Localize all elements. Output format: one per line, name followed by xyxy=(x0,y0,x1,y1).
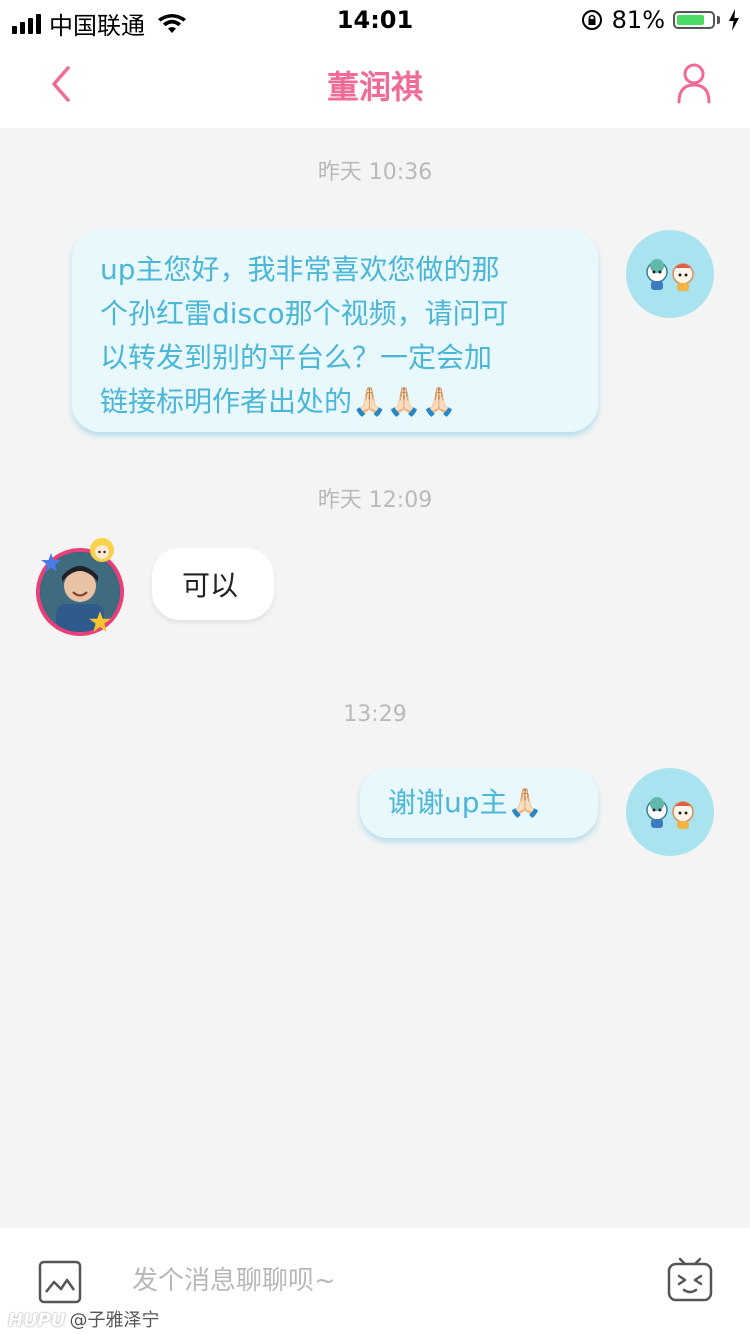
self-avatar[interactable] xyxy=(626,768,714,856)
anime-girl-decoration-icon xyxy=(90,538,114,562)
user-icon xyxy=(677,63,711,104)
message-text: 谢谢up主🙏🏻 xyxy=(388,786,543,819)
sent-message-bubble[interactable]: up主您好，我非常喜欢您做的那 个孙红雷disco那个视频，请问可 以转发到别的… xyxy=(72,230,598,432)
message-line: 链接标明作者出处的🙏🏻🙏🏻🙏🏻 xyxy=(100,385,457,418)
received-message-bubble[interactable]: 可以 xyxy=(152,548,274,620)
self-avatar[interactable] xyxy=(626,230,714,318)
image-picker-button[interactable] xyxy=(38,1260,82,1304)
message-timestamp: 昨天 12:09 xyxy=(317,488,433,513)
message-line: up主您好，我非常喜欢您做的那 xyxy=(100,253,500,286)
sent-message-bubble[interactable]: 谢谢up主🙏🏻 xyxy=(360,768,598,838)
watermark: HUPU @子雅泽宁 xyxy=(8,1306,160,1332)
image-icon xyxy=(38,1260,82,1304)
page-title: 董润祺 xyxy=(326,68,423,106)
chat-screen: 中国联通 14:01 81% 董润祺 昨天 10:36 up主您好，我非常喜欢您… xyxy=(0,0,750,1334)
star-decoration-icon xyxy=(89,611,111,632)
watermark-handle: @子雅泽宁 xyxy=(69,1310,160,1331)
emoji-button[interactable] xyxy=(666,1256,714,1304)
battery-fill xyxy=(677,15,704,25)
status-bar: 中国联通 14:01 81% xyxy=(0,0,750,40)
cartoon-avatar-icon xyxy=(646,259,694,291)
battery-cap xyxy=(717,16,720,24)
nav-bar: 董润祺 xyxy=(0,40,750,128)
message-line: 个孙红雷disco那个视频，请问可 xyxy=(100,297,509,330)
watermark-brand: HUPU xyxy=(8,1310,66,1331)
profile-button[interactable] xyxy=(676,62,712,104)
star-decoration-icon xyxy=(41,553,61,572)
message-line: 以转发到别的平台么？一定会加 xyxy=(100,341,493,374)
cartoon-avatar-icon xyxy=(646,797,694,829)
message-timestamp: 13:29 xyxy=(343,702,407,727)
battery-percent: 81% xyxy=(611,6,665,34)
message-timestamp: 昨天 10:36 xyxy=(317,160,433,185)
status-bar-right: 81% xyxy=(580,6,740,34)
battery-icon xyxy=(673,11,715,29)
message-input[interactable] xyxy=(130,1258,614,1304)
emoji-icon xyxy=(667,1257,713,1302)
charging-bolt-icon xyxy=(729,9,739,31)
rotation-lock-icon xyxy=(581,10,602,30)
message-text: 可以 xyxy=(182,569,239,602)
